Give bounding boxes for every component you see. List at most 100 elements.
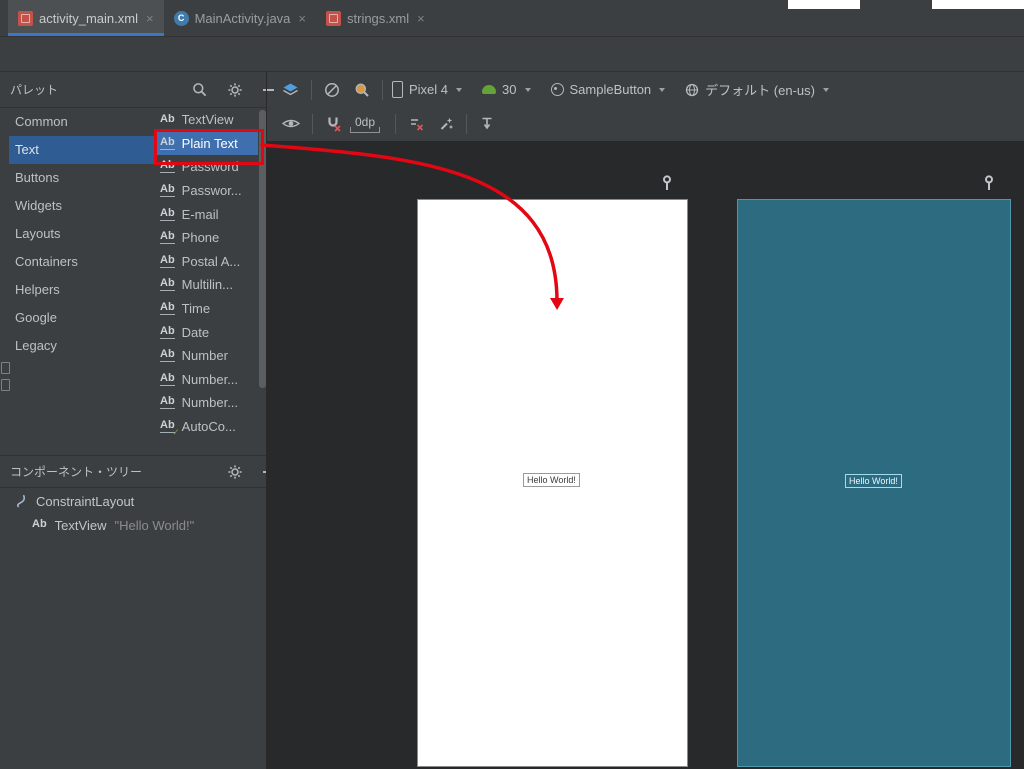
- palette-item-password-numeric[interactable]: Ab Passwor...: [156, 179, 258, 203]
- palette-item-label: Number...: [181, 395, 239, 411]
- palette-item-date[interactable]: Ab Date: [156, 320, 258, 344]
- palette-item-autocomplete[interactable]: Ab AutoCo...: [156, 415, 258, 439]
- design-surface-icon[interactable]: [279, 79, 302, 100]
- divider: [311, 79, 312, 100]
- clear-constraints-icon[interactable]: [405, 113, 427, 135]
- palette-item-label: AutoCo...: [181, 419, 236, 435]
- wrench-icon[interactable]: [660, 175, 674, 191]
- palette-category-google[interactable]: Google: [9, 304, 155, 332]
- autoconnect-icon[interactable]: [322, 113, 344, 135]
- editor-tab-bar: activity_main.xml × C MainActivity.java …: [0, 0, 1024, 37]
- palette-item-label: Time: [181, 301, 211, 317]
- palette-item-label: E-mail: [181, 206, 219, 222]
- tree-node-constraintlayout[interactable]: ConstraintLayout: [0, 489, 267, 513]
- api-level-label: 30: [502, 82, 517, 97]
- palette-scrollbar[interactable]: [259, 110, 266, 388]
- device-label: Pixel 4: [409, 82, 449, 97]
- palette-item-label: Passwor...: [181, 183, 242, 199]
- edittext-icon: Ab: [160, 395, 175, 410]
- palette-item-number[interactable]: Ab Number: [156, 344, 258, 368]
- system-ui-icon[interactable]: [351, 79, 373, 101]
- divider: [466, 113, 468, 134]
- hello-world-textview[interactable]: Hello World!: [523, 473, 580, 487]
- panel-divider: [266, 71, 267, 769]
- tab-label: strings.xml: [347, 10, 410, 26]
- palette-item-textview[interactable]: Ab TextView: [156, 108, 258, 132]
- gear-icon[interactable]: [224, 79, 246, 101]
- close-icon[interactable]: ×: [417, 11, 425, 26]
- chevron-down-icon: [524, 87, 531, 92]
- wrench-icon[interactable]: [982, 175, 996, 191]
- palette-category-layouts[interactable]: Layouts: [9, 220, 155, 248]
- palette-item-phone[interactable]: Ab Phone: [156, 226, 258, 250]
- divider: [395, 113, 397, 134]
- palette-item-email[interactable]: Ab E-mail: [156, 202, 258, 226]
- constraint-toolbar: 0dp: [267, 106, 1024, 142]
- palette-item-label: Postal A...: [181, 253, 241, 269]
- default-margin-dropdown[interactable]: 0dp: [350, 115, 381, 133]
- orientation-icon[interactable]: [321, 79, 343, 101]
- edittext-icon: Ab: [160, 183, 175, 198]
- palette-category-legacy[interactable]: Legacy: [9, 332, 155, 360]
- globe-icon: [685, 83, 699, 97]
- palette-item-label: Plain Text: [181, 135, 238, 151]
- theme-selector[interactable]: SampleButton: [550, 82, 666, 97]
- hello-world-textview-blueprint[interactable]: Hello World!: [845, 474, 902, 488]
- edittext-icon: Ab: [160, 348, 175, 363]
- palette-item-label: Multilin...: [181, 277, 233, 293]
- device-icon: [392, 81, 403, 98]
- redaction-block: [788, 0, 860, 9]
- palette-category-buttons[interactable]: Buttons: [9, 164, 155, 192]
- view-options-icon[interactable]: [279, 114, 303, 133]
- palette-item-postal-address[interactable]: Ab Postal A...: [156, 250, 258, 274]
- palette-category-list: Common Text Buttons Widgets Layouts Cont…: [9, 108, 155, 360]
- close-icon[interactable]: ×: [146, 11, 154, 26]
- component-tree-header: コンポーネント・ツリー: [0, 455, 287, 488]
- android-icon: [482, 85, 497, 94]
- tree-node-textview[interactable]: Ab TextView "Hello World!": [0, 513, 267, 537]
- tool-window-stripe-icon[interactable]: [1, 362, 10, 374]
- tree-node-label: ConstraintLayout: [36, 493, 135, 509]
- locale-selector[interactable]: デフォルト (en-us): [685, 80, 829, 99]
- tab-label: activity_main.xml: [39, 10, 138, 26]
- palette-item-time[interactable]: Ab Time: [156, 297, 258, 321]
- palette-item-plain-text[interactable]: Ab Plain Text: [156, 131, 258, 156]
- tool-window-stripe-icon[interactable]: [1, 379, 10, 391]
- edittext-icon: Ab: [160, 301, 175, 316]
- api-level-selector[interactable]: 30: [482, 82, 531, 97]
- tab-mainactivity-java[interactable]: C MainActivity.java ×: [164, 0, 316, 36]
- gear-icon[interactable]: [224, 461, 246, 483]
- infer-constraints-icon[interactable]: [435, 113, 457, 135]
- locale-label: デフォルト (en-us): [705, 83, 815, 98]
- palette-item-label: Password: [181, 159, 239, 175]
- divider: [382, 79, 383, 100]
- palette-item-number-signed[interactable]: Ab Number...: [156, 368, 258, 392]
- palette-item-label: Phone: [181, 230, 220, 246]
- pack-icon[interactable]: [476, 113, 498, 134]
- palette-category-text[interactable]: Text: [9, 136, 155, 164]
- palette-item-multiline-text[interactable]: Ab Multilin...: [156, 273, 258, 297]
- palette-item-list: Ab TextView Ab Plain Text Ab Password Ab…: [156, 108, 258, 438]
- component-tree-title: コンポーネント・ツリー: [10, 465, 143, 479]
- close-icon[interactable]: ×: [298, 11, 306, 26]
- tree-node-label: TextView: [54, 517, 107, 533]
- textview-icon: Ab: [32, 518, 47, 530]
- edittext-icon: Ab: [160, 230, 175, 245]
- tab-strings-xml[interactable]: strings.xml ×: [316, 0, 435, 36]
- edittext-icon: Ab: [160, 277, 175, 292]
- palette-category-helpers[interactable]: Helpers: [9, 276, 155, 304]
- search-icon[interactable]: [189, 79, 210, 100]
- device-selector[interactable]: Pixel 4: [392, 81, 463, 98]
- palette-category-common[interactable]: Common: [9, 108, 155, 136]
- redaction-block: [932, 0, 1024, 9]
- palette-item-password[interactable]: Ab Password: [156, 155, 258, 179]
- palette-category-widgets[interactable]: Widgets: [9, 192, 155, 220]
- component-tree: ConstraintLayout Ab TextView "Hello Worl…: [0, 489, 267, 537]
- palette-category-containers[interactable]: Containers: [9, 248, 155, 276]
- palette-item-number-decimal[interactable]: Ab Number...: [156, 391, 258, 415]
- tab-activity-main-xml[interactable]: activity_main.xml ×: [8, 0, 164, 36]
- edittext-icon: Ab: [160, 371, 175, 386]
- palette-item-label: Date: [181, 324, 210, 340]
- edittext-icon: Ab: [160, 206, 175, 221]
- edittext-icon: Ab: [160, 253, 175, 268]
